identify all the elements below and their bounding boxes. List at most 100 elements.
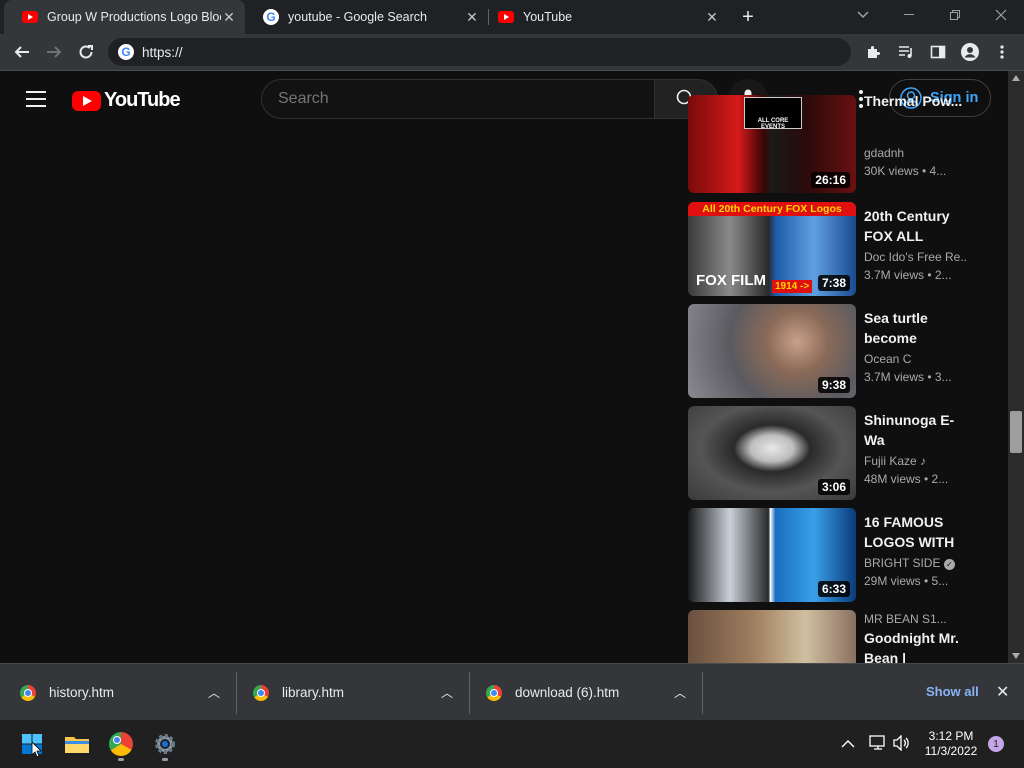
browser-toolbar: G https:// [0, 34, 1024, 71]
youtube-logo[interactable]: YouTube [72, 89, 181, 112]
video-thumbnail: 9:38 [688, 304, 856, 398]
video-duration: 9:38 [817, 377, 850, 393]
download-filename: library.htm [282, 685, 345, 700]
close-download-shelf-icon[interactable]: ✕ [996, 682, 1009, 702]
thumbnail-right-text: 1914 -> [772, 280, 813, 293]
verified-check-icon: ✓ [943, 559, 955, 570]
youtube-logo-text: YouTube [104, 89, 181, 111]
search-input[interactable] [261, 79, 655, 119]
tab-search-chevron-icon[interactable] [840, 0, 886, 30]
url-text: https:// [142, 44, 183, 60]
scrollbar-thumb[interactable] [1010, 411, 1022, 453]
chrome-file-icon [20, 684, 36, 701]
tab-youtube-google-search[interactable]: G youtube - Google Search ✕ [245, 0, 488, 34]
reload-icon[interactable] [72, 38, 100, 66]
music-note-icon: ♪ [920, 454, 927, 468]
youtube-favicon-icon [22, 11, 38, 23]
thumbnail-banner-text: All 20th Century FOX Logos [688, 202, 856, 216]
chevron-up-icon[interactable]: ︿ [670, 684, 690, 701]
video-channel: gdadnh [864, 146, 905, 160]
running-indicator [118, 758, 124, 761]
video-item-famous-logos[interactable]: 6:33 16 FAMOUS LOGOS WITH ... BRIGHT SID… [688, 508, 978, 602]
tab-title: Group W Productions Logo Bloopers [47, 10, 221, 24]
chrome-menu-icon[interactable] [988, 38, 1016, 66]
taskbar-clock[interactable]: 3:12 PM 11/3/2022 [916, 729, 986, 759]
download-shelf: history.htm ︿ library.htm ︿ download (6)… [0, 663, 1024, 720]
download-filename: download (6).htm [515, 685, 620, 700]
address-bar[interactable]: G https:// [108, 38, 851, 66]
tab-group-w-bloopers[interactable]: Group W Productions Logo Bloopers ✕ [4, 0, 245, 34]
show-hidden-icons-chevron-icon[interactable] [841, 736, 855, 754]
close-icon[interactable]: ✕ [704, 9, 720, 25]
video-duration: 26:16 [811, 172, 850, 188]
thumbnail-caption: ALL CORE EVENTS [744, 97, 802, 130]
video-thumbnail: All 20th Century FOX Logos FOX FILM 1914… [688, 202, 856, 296]
video-item-shinunoga-e-wa[interactable]: 3:06 Shinunoga E-Wa Fujii Kaze ♪ 48M vie… [688, 406, 978, 500]
windows-taskbar: 3:12 PM 11/3/2022 1 [0, 720, 1024, 768]
side-panel-icon[interactable] [924, 38, 952, 66]
settings-taskbar-icon[interactable] [147, 726, 183, 762]
close-icon[interactable]: ✕ [464, 9, 480, 25]
video-channel: Doc Ido's Free Re... [864, 250, 968, 264]
download-item-download-6[interactable]: download (6).htm ︿ [466, 664, 702, 721]
running-indicator [162, 758, 168, 761]
video-title: 20th Century FOX ALL Intro... [864, 208, 950, 244]
browser-tab-strip: Group W Productions Logo Bloopers ✕ G yo… [0, 0, 1024, 34]
youtube-page: YouTube Sign in ALL CORE EVENTS 26:16 Th… [0, 71, 1008, 663]
clock-date: 11/3/2022 [924, 744, 978, 758]
close-window-button[interactable] [978, 0, 1024, 30]
chrome-file-icon [253, 684, 269, 701]
video-meta: 3.7M views • 2... [864, 268, 952, 282]
download-item-library[interactable]: library.htm ︿ [233, 664, 469, 721]
video-item-20th-century-fox[interactable]: All 20th Century FOX Logos FOX FILM 1914… [688, 202, 978, 296]
minimize-window-button[interactable] [886, 0, 932, 30]
video-meta: 29M views • 5... [864, 574, 949, 588]
video-meta: 3.7M views • 3... [864, 370, 952, 384]
profile-avatar-icon[interactable] [956, 38, 984, 66]
video-thumbnail: 6:33 [688, 508, 856, 602]
volume-speaker-icon[interactable] [893, 734, 911, 756]
video-channel: BRIGHT SIDE ✓ [864, 556, 968, 570]
tab-youtube[interactable]: YouTube ✕ [480, 0, 728, 34]
show-all-downloads-link[interactable]: Show all [926, 684, 979, 699]
video-duration: 6:33 [817, 581, 850, 597]
restore-window-button[interactable] [932, 0, 978, 30]
windows-start-button[interactable] [14, 726, 50, 762]
network-icon[interactable] [869, 735, 887, 756]
close-icon[interactable]: ✕ [221, 9, 237, 25]
hamburger-menu-icon[interactable] [26, 91, 46, 107]
youtube-favicon-icon [498, 11, 514, 23]
extensions-puzzle-icon[interactable] [860, 38, 888, 66]
tab-title: YouTube [523, 10, 573, 24]
download-filename: history.htm [49, 685, 115, 700]
file-explorer-taskbar-icon[interactable] [59, 726, 95, 762]
clock-time: 3:12 PM [928, 729, 974, 743]
google-favicon-icon: G [263, 9, 279, 25]
thumbnail-left-text: FOX FILM [696, 272, 766, 289]
video-title: Sea turtle become kings... [864, 310, 928, 346]
download-item-history[interactable]: history.htm ︿ [0, 664, 236, 721]
video-channel: MR BEAN S1... [864, 612, 947, 626]
chrome-taskbar-icon[interactable] [103, 726, 139, 762]
chevron-up-icon[interactable]: ︿ [204, 684, 224, 701]
tab-title: youtube - Google Search [288, 10, 427, 24]
new-tab-button[interactable]: + [736, 5, 760, 29]
video-item-mr-bean[interactable]: MR BEAN S1... Goodnight Mr. Bean | Episo… [688, 610, 978, 663]
chrome-file-icon [486, 684, 502, 701]
forward-arrow-icon[interactable] [40, 38, 68, 66]
back-arrow-icon[interactable] [8, 38, 36, 66]
chevron-up-icon[interactable]: ︿ [437, 684, 457, 701]
page-scrollbar[interactable] [1008, 71, 1024, 663]
video-item-sea-turtle[interactable]: 9:38 Sea turtle become kings... Ocean C … [688, 304, 978, 398]
video-duration: 3:06 [817, 479, 850, 495]
video-channel: Ocean C [864, 352, 912, 366]
video-title: Shinunoga E-Wa [864, 412, 955, 448]
video-title: Thermal Pow... [864, 93, 963, 109]
notification-badge[interactable]: 1 [988, 736, 1004, 752]
channel-name: BRIGHT SIDE [864, 556, 941, 570]
video-thumbnail [688, 610, 856, 663]
video-thumbnail: 3:06 [688, 406, 856, 500]
channel-name: Fujii Kaze [864, 454, 917, 468]
media-controls-icon[interactable] [892, 38, 920, 66]
video-item-thermal[interactable]: ALL CORE EVENTS 26:16 Thermal Pow... gda… [688, 93, 978, 193]
